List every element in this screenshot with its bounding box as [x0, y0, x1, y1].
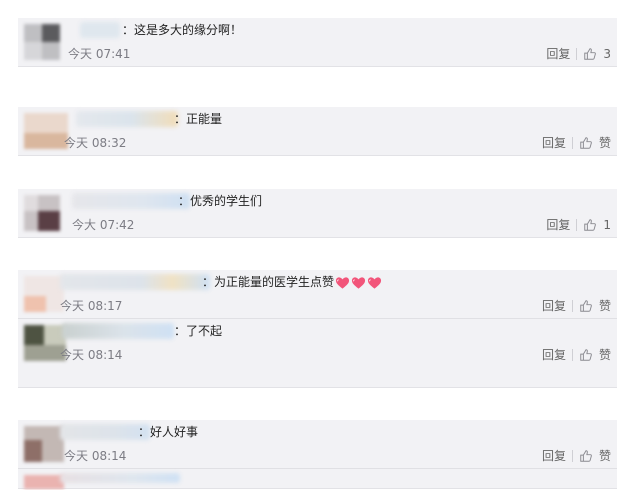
thumbs-up-icon[interactable]: [583, 218, 597, 232]
comment-card: ：正能量 今天 08:32 回复 赞: [18, 107, 617, 156]
username-blurred[interactable]: [80, 22, 120, 38]
avatar[interactable]: [24, 113, 68, 149]
comment-text: ：正能量: [174, 112, 223, 126]
comment-time: 今天 08:17: [60, 299, 123, 313]
username-blurred[interactable]: [60, 274, 210, 290]
heart-emoji-group: [335, 276, 382, 290]
like-button[interactable]: 赞: [599, 346, 611, 363]
like-button[interactable]: 赞: [599, 297, 611, 314]
username-blurred[interactable]: [62, 323, 174, 339]
comment-card: ：好人好事 今天 08:14 回复 赞: [18, 420, 617, 489]
comment-actions: 回复 赞: [542, 134, 611, 151]
comment-time: 今天 08:32: [64, 136, 127, 150]
comment-actions: 回复 赞: [542, 346, 611, 363]
comment-text: ：优秀的学生们: [178, 194, 263, 208]
comment-row: ：了不起 今天 08:14 回复 赞: [18, 318, 617, 387]
comment-text: ：为正能量的医学生点赞: [202, 274, 382, 290]
comment-time: 今大 07:42: [72, 218, 135, 232]
heart-emoji-icon: [351, 276, 366, 289]
comment-actions: 回复 1: [546, 216, 611, 233]
thumbs-up-icon[interactable]: [579, 136, 593, 150]
avatar[interactable]: [24, 426, 64, 462]
divider: [571, 299, 573, 312]
heart-emoji-icon: [335, 276, 350, 289]
comment-text: ：了不起: [174, 324, 223, 338]
thumbs-up-icon[interactable]: [583, 47, 597, 61]
comment-row-partial: [18, 468, 617, 490]
reply-button[interactable]: 回复: [546, 45, 570, 62]
avatar[interactable]: [24, 475, 64, 489]
divider: [571, 449, 573, 462]
comment-text-content: ：为正能量的医学生点赞: [202, 275, 335, 289]
divider: [571, 136, 573, 149]
username-blurred[interactable]: [72, 193, 190, 209]
comment-time: 今天 08:14: [64, 449, 127, 463]
reply-button[interactable]: 回复: [542, 346, 566, 363]
comment-row: ：好人好事 今天 08:14 回复 赞: [18, 420, 617, 468]
comment-row: ：优秀的学生们 今大 07:42 回复 1: [18, 189, 617, 237]
comment-text: ：这是多大的缘分啊！: [122, 23, 243, 37]
like-button[interactable]: 赞: [599, 447, 611, 464]
comment-time: 今天 07:41: [68, 47, 131, 61]
thumbs-up-icon[interactable]: [579, 348, 593, 362]
like-button[interactable]: 赞: [599, 134, 611, 151]
comment-actions: 回复 赞: [542, 447, 611, 464]
comment-actions: 回复 3: [546, 45, 611, 62]
reply-button[interactable]: 回复: [542, 134, 566, 151]
like-count[interactable]: 1: [603, 218, 611, 232]
thumbs-up-icon[interactable]: [579, 299, 593, 313]
username-blurred[interactable]: [60, 473, 180, 483]
reply-button[interactable]: 回复: [546, 216, 570, 233]
reply-button[interactable]: 回复: [542, 297, 566, 314]
username-blurred[interactable]: [60, 424, 150, 440]
comment-card: ：为正能量的医学生点赞 今天 08:17 回复 赞 ：了不起 今天 08:14 …: [18, 270, 617, 388]
comment-text: ：好人好事: [138, 425, 199, 439]
divider: [571, 348, 573, 361]
avatar[interactable]: [24, 195, 60, 231]
avatar[interactable]: [24, 24, 60, 60]
reply-button[interactable]: 回复: [542, 447, 566, 464]
like-count[interactable]: 3: [603, 47, 611, 61]
username-blurred[interactable]: [76, 111, 178, 127]
comment-card: ：优秀的学生们 今大 07:42 回复 1: [18, 189, 617, 238]
divider: [576, 47, 578, 60]
heart-emoji-icon: [367, 276, 382, 289]
thumbs-up-icon[interactable]: [579, 449, 593, 463]
divider: [576, 218, 578, 231]
comment-row: ：为正能量的医学生点赞 今天 08:17 回复 赞: [18, 270, 617, 318]
avatar[interactable]: [24, 276, 64, 312]
comment-time: 今天 08:14: [60, 348, 123, 362]
comment-card: ：这是多大的缘分啊！ 今天 07:41 回复 3: [18, 18, 617, 67]
comment-row: ：正能量 今天 08:32 回复 赞: [18, 107, 617, 155]
comment-actions: 回复 赞: [542, 297, 611, 314]
comment-row: ：这是多大的缘分啊！ 今天 07:41 回复 3: [18, 18, 617, 66]
